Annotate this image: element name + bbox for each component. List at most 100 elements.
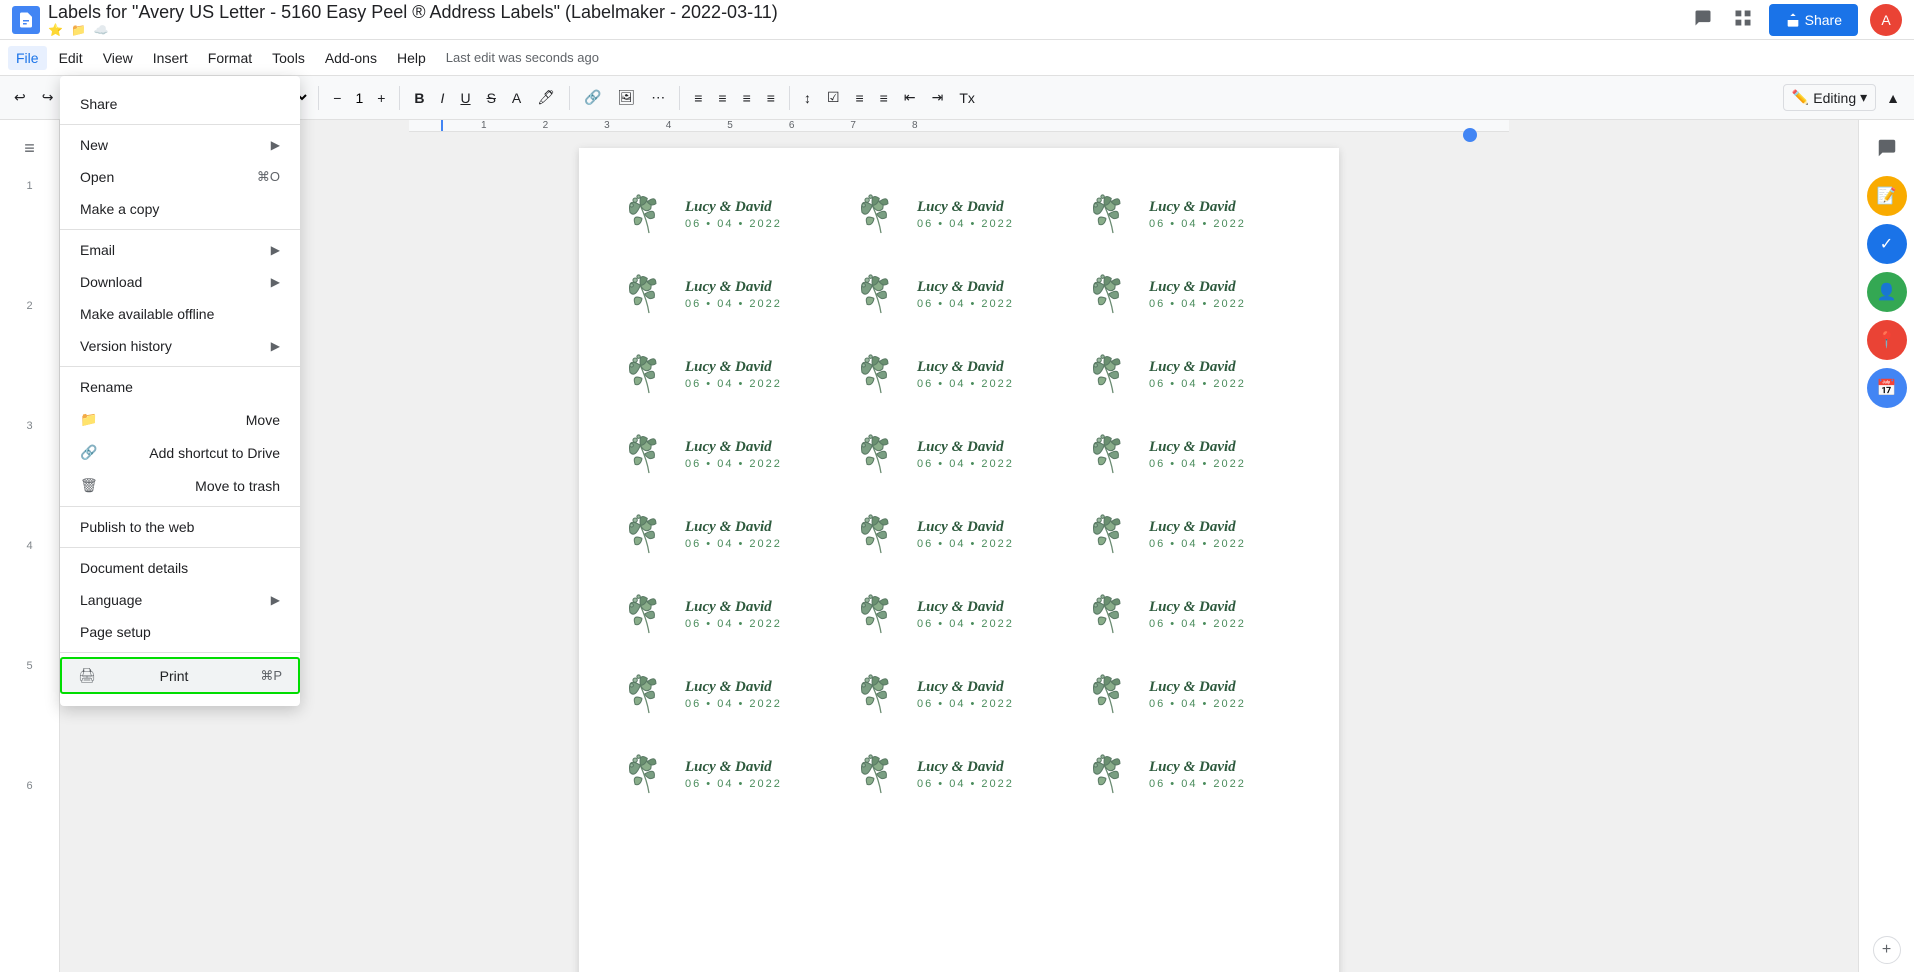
label-cell: Lucy & David06 • 04 • 2022 [619, 740, 835, 808]
image-button[interactable]: 🖼 [611, 85, 641, 110]
menu-trash[interactable]: 🗑 Move to trash [60, 469, 300, 502]
menu-offline[interactable]: Make available offline [60, 298, 300, 330]
leaf-decoration [623, 348, 675, 400]
menu-email[interactable]: Email ▶ [60, 234, 300, 266]
comment-button[interactable] [1689, 4, 1717, 35]
menu-file[interactable]: File [8, 46, 47, 70]
menu-copy[interactable]: Make a copy [60, 193, 300, 225]
maps-sidebar-btn[interactable]: 📍 [1867, 320, 1907, 360]
menu-new[interactable]: New ▶ [60, 129, 300, 161]
numbered-list[interactable]: ≡ [874, 86, 894, 110]
label-name: Lucy & David [685, 599, 782, 616]
label-name: Lucy & David [917, 279, 1014, 296]
label-date: 06 • 04 • 2022 [917, 778, 1014, 790]
label-date: 06 • 04 • 2022 [685, 378, 782, 390]
tasks-sidebar-btn[interactable]: ✓ [1867, 224, 1907, 264]
underline-button[interactable]: U [454, 86, 476, 110]
menu-bar: File Edit View Insert Format Tools Add-o… [0, 40, 1914, 76]
line-spacing[interactable]: ↕ [798, 86, 817, 110]
menu-move[interactable]: 📁 Move [60, 403, 300, 436]
copy-label: Make a copy [80, 201, 159, 217]
menu-version-history[interactable]: Version history ▶ [60, 330, 300, 362]
document-area: 12345678 [60, 120, 1858, 972]
font-size-increase[interactable]: + [371, 86, 391, 110]
menu-doc-details[interactable]: Document details [60, 552, 300, 584]
redo-button[interactable]: ↪ [36, 85, 60, 110]
leaf-decoration [855, 428, 907, 480]
link-button[interactable]: 🔗 [578, 85, 607, 110]
italic-button[interactable]: I [435, 86, 451, 110]
clear-format[interactable]: Tx [953, 86, 981, 110]
menu-view[interactable]: View [95, 46, 141, 70]
label-cell: Lucy & David06 • 04 • 2022 [1083, 340, 1299, 408]
leaf-decoration [1087, 668, 1139, 720]
move-button[interactable] [1729, 4, 1757, 35]
notes-sidebar-btn[interactable]: 📝 [1867, 176, 1907, 216]
page-num-3: 3 [26, 416, 32, 536]
menu-print[interactable]: 🖨 Print ⌘P [60, 657, 300, 694]
label-name: Lucy & David [1149, 679, 1246, 696]
align-center[interactable]: ≡ [712, 86, 732, 110]
menu-open[interactable]: Open ⌘O [60, 161, 300, 193]
font-size-display: 1 [351, 90, 367, 106]
menu-shortcut[interactable]: 🔗 Add shortcut to Drive [60, 436, 300, 469]
indent-increase[interactable]: ⇥ [926, 85, 950, 110]
label-text-block: Lucy & David06 • 04 • 2022 [917, 279, 1014, 310]
menu-rename[interactable]: Rename [60, 371, 300, 403]
collapse-button[interactable]: ▲ [1880, 86, 1906, 110]
undo-button[interactable]: ↩ [8, 85, 32, 110]
label-date: 06 • 04 • 2022 [1149, 618, 1246, 630]
label-text-block: Lucy & David06 • 04 • 2022 [685, 759, 782, 790]
label-cell: Lucy & David06 • 04 • 2022 [619, 340, 835, 408]
menu-publish[interactable]: Publish to the web [60, 511, 300, 543]
publish-label: Publish to the web [80, 519, 194, 535]
menu-page-setup[interactable]: Page setup [60, 616, 300, 648]
highlight-button[interactable]: 🖊 [531, 85, 561, 110]
contacts-sidebar-btn[interactable]: 👤 [1867, 272, 1907, 312]
menu-share[interactable]: Share [60, 88, 300, 120]
label-cell: Lucy & David06 • 04 • 2022 [619, 180, 835, 248]
leaf-decoration [855, 508, 907, 560]
label-date: 06 • 04 • 2022 [1149, 458, 1246, 470]
calendar-sidebar-btn[interactable]: 📅 [1867, 368, 1907, 408]
star-icon[interactable]: ⭐ [48, 23, 63, 37]
align-right[interactable]: ≡ [737, 86, 757, 110]
more-button[interactable]: ⋯ [645, 85, 671, 110]
bullet-list[interactable]: ≡ [850, 86, 870, 110]
menu-edit[interactable]: Edit [51, 46, 91, 70]
menu-tools[interactable]: Tools [264, 46, 313, 70]
add-sidebar-btn[interactable]: + [1873, 936, 1901, 964]
label-name: Lucy & David [1149, 439, 1246, 456]
title-icons: ⭐ 📁 ☁️ [48, 23, 1681, 37]
cloud-icon[interactable]: ☁️ [94, 23, 109, 37]
share-button[interactable]: Share [1769, 4, 1858, 36]
bold-button[interactable]: B [408, 86, 430, 110]
email-label: Email [80, 242, 115, 258]
label-name: Lucy & David [685, 519, 782, 536]
doc-title: Labels for "Avery US Letter - 5160 Easy … [48, 2, 1681, 23]
indent-decrease[interactable]: ⇤ [898, 85, 922, 110]
chat-sidebar-btn[interactable] [1867, 128, 1907, 168]
font-size-decrease[interactable]: − [327, 86, 347, 110]
label-name: Lucy & David [1149, 759, 1246, 776]
menu-download[interactable]: Download ▶ [60, 266, 300, 298]
align-justify[interactable]: ≡ [761, 86, 781, 110]
editing-mode-button[interactable]: ✏️ Editing ▾ [1783, 84, 1876, 111]
menu-help[interactable]: Help [389, 46, 434, 70]
chrome-right: Share A [1689, 4, 1902, 36]
strikethrough-button[interactable]: S [481, 86, 502, 110]
align-left[interactable]: ≡ [688, 86, 708, 110]
drive-icon[interactable]: 📁 [71, 23, 86, 37]
menu-addons[interactable]: Add-ons [317, 46, 385, 70]
label-name: Lucy & David [917, 199, 1014, 216]
menu-insert[interactable]: Insert [145, 46, 196, 70]
menu-format[interactable]: Format [200, 46, 260, 70]
menu-language[interactable]: Language ▶ [60, 584, 300, 616]
label-name: Lucy & David [917, 439, 1014, 456]
doc-details-label: Document details [80, 560, 188, 576]
checklist[interactable]: ☑ [821, 85, 846, 110]
text-color-button[interactable]: A [506, 86, 527, 110]
label-text-block: Lucy & David06 • 04 • 2022 [1149, 199, 1246, 230]
sidebar-outline-btn[interactable]: ≡ [10, 128, 50, 168]
page-num-2: 2 [26, 296, 32, 416]
